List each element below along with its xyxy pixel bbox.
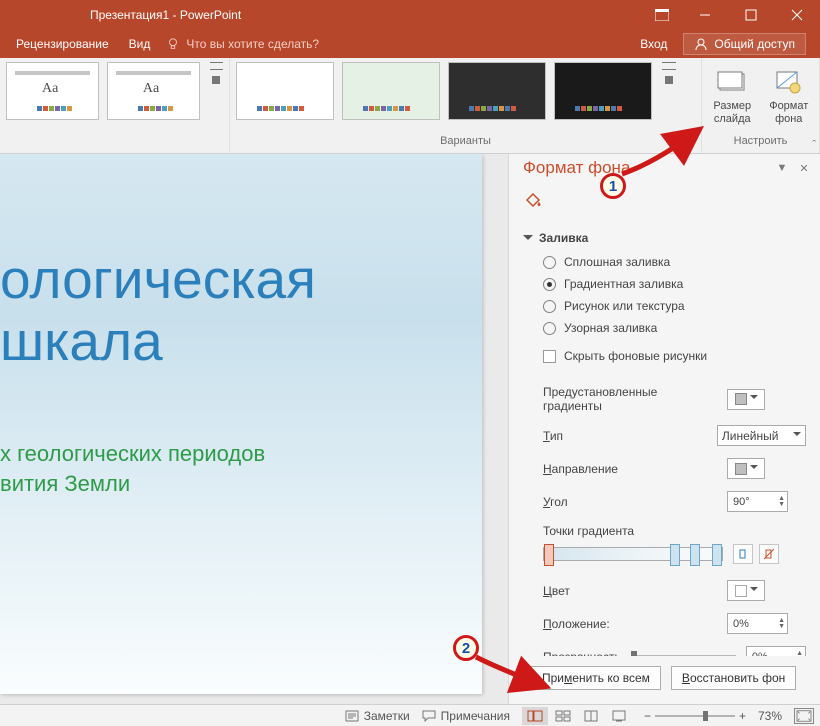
notes-button[interactable]: Заметки (345, 709, 410, 723)
gradient-stops-label: Точки градиента (543, 524, 806, 538)
gradient-stop[interactable] (544, 544, 554, 566)
direction-label: Направление (543, 462, 717, 476)
group-label-variants: Варианты (236, 135, 695, 151)
section-fill-header[interactable]: Заливка (509, 225, 820, 251)
fill-solid-radio[interactable]: Сплошная заливка (543, 255, 806, 269)
caret-down-icon (523, 235, 533, 245)
stop-color-dropdown[interactable] (727, 580, 765, 601)
variant-thumb[interactable] (236, 62, 334, 120)
comments-icon (422, 710, 436, 722)
angle-spinner[interactable]: 90°▲▼ (727, 491, 788, 512)
add-stop-button[interactable] (733, 544, 753, 564)
fill-gradient-radio[interactable]: Градиентная заливка (543, 277, 806, 291)
variant-thumb[interactable] (448, 62, 546, 120)
fill-pattern-radio[interactable]: Узорная заливка (543, 321, 806, 335)
slide-size-icon (716, 66, 748, 98)
tab-view[interactable]: Вид (119, 30, 161, 58)
ribbon-group-themes: Aa Aa (0, 58, 230, 153)
transparency-label: Прозрачность (543, 650, 624, 656)
fill-bucket-icon[interactable] (523, 190, 543, 210)
position-label: Положение: (543, 617, 717, 631)
ribbon: Aa Aa Варианты Размер слайда (0, 58, 820, 154)
menubar: Рецензирование Вид Что вы хотите сделать… (0, 30, 820, 58)
slide-title-text: ологическая шкала (0, 249, 316, 372)
format-background-icon (773, 66, 805, 98)
transparency-slider[interactable] (634, 655, 736, 656)
lightbulb-icon (166, 37, 180, 51)
normal-view-button[interactable] (522, 707, 548, 725)
zoom-slider[interactable] (655, 715, 735, 717)
gradient-stop[interactable] (712, 544, 722, 566)
slide[interactable]: ологическая шкала х геологических период… (0, 154, 482, 694)
variant-thumb[interactable] (342, 62, 440, 120)
type-label: Тип (543, 429, 707, 443)
ribbon-group-customize: Размер слайда Формат фона Настроить (702, 58, 820, 153)
transparency-spinner[interactable]: 0%▲▼ (746, 646, 806, 656)
slide-size-button[interactable]: Размер слайда (708, 62, 757, 126)
minimize-button[interactable] (682, 0, 728, 30)
slideshow-button[interactable] (606, 707, 632, 725)
direction-dropdown[interactable] (727, 458, 765, 479)
pane-title: Формат фона (523, 158, 768, 178)
ribbon-display-options-icon[interactable] (642, 0, 682, 30)
group-label-customize: Настроить (708, 135, 813, 151)
angle-label: Угол (543, 495, 717, 509)
position-spinner[interactable]: 0%▲▼ (727, 613, 788, 634)
reset-background-button[interactable]: Восстановить фон (671, 666, 796, 690)
signin-link[interactable]: Вход (628, 37, 679, 51)
apply-to-all-button[interactable]: Применить ко всем (531, 666, 661, 690)
gradient-stops-slider[interactable] (543, 547, 723, 561)
gradient-stop[interactable] (670, 544, 680, 566)
format-background-pane: Формат фона ▼ ✕ Заливка Сплошная заливка… (508, 154, 820, 704)
zoom-level[interactable]: 73% (758, 709, 782, 723)
comments-button[interactable]: Примечания (422, 709, 510, 723)
workspace: ологическая шкала х геологических период… (0, 154, 820, 704)
zoom-out-button[interactable]: − (644, 709, 651, 723)
ribbon-group-variants: Варианты (230, 58, 702, 153)
slide-subtitle-text: х геологических периодов вития Земли (0, 439, 265, 498)
preset-gradients-dropdown[interactable] (727, 389, 765, 410)
slide-canvas-area: ологическая шкала х геологических период… (0, 154, 508, 704)
preset-label: Предустановленные градиенты (543, 385, 717, 413)
collapse-ribbon-icon[interactable]: ˆ (812, 139, 816, 151)
reading-view-button[interactable] (578, 707, 604, 725)
remove-stop-button[interactable] (759, 544, 779, 564)
tab-review[interactable]: Рецензирование (6, 30, 119, 58)
maximize-button[interactable] (728, 0, 774, 30)
close-button[interactable] (774, 0, 820, 30)
themes-gallery-expand[interactable] (210, 62, 223, 84)
variant-thumb[interactable] (554, 62, 652, 120)
gradient-type-dropdown[interactable]: Линейный (717, 425, 806, 446)
share-icon (694, 37, 708, 51)
share-button[interactable]: Общий доступ (683, 33, 806, 55)
fill-picture-radio[interactable]: Рисунок или текстура (543, 299, 806, 313)
theme-thumb[interactable]: Aa (107, 62, 200, 120)
variants-gallery-expand[interactable] (662, 62, 676, 84)
format-background-button[interactable]: Формат фона (765, 62, 814, 126)
notes-icon (345, 710, 359, 722)
pane-options-icon[interactable]: ▼ (774, 160, 790, 176)
sorter-view-button[interactable] (550, 707, 576, 725)
gradient-stop[interactable] (690, 544, 700, 566)
theme-thumb[interactable]: Aa (6, 62, 99, 120)
zoom-in-button[interactable]: + (739, 709, 746, 723)
pane-close-icon[interactable]: ✕ (796, 160, 812, 176)
color-label: Цвет (543, 584, 717, 598)
titlebar: Презентация1 - PowerPoint (0, 0, 820, 30)
statusbar: Заметки Примечания − + 73% (0, 704, 820, 726)
tell-me-search[interactable]: Что вы хотите сделать? (160, 37, 319, 51)
fit-to-window-button[interactable] (794, 708, 814, 724)
hide-bg-checkbox[interactable]: Скрыть фоновые рисунки (543, 349, 806, 363)
window-title: Презентация1 - PowerPoint (90, 8, 241, 22)
